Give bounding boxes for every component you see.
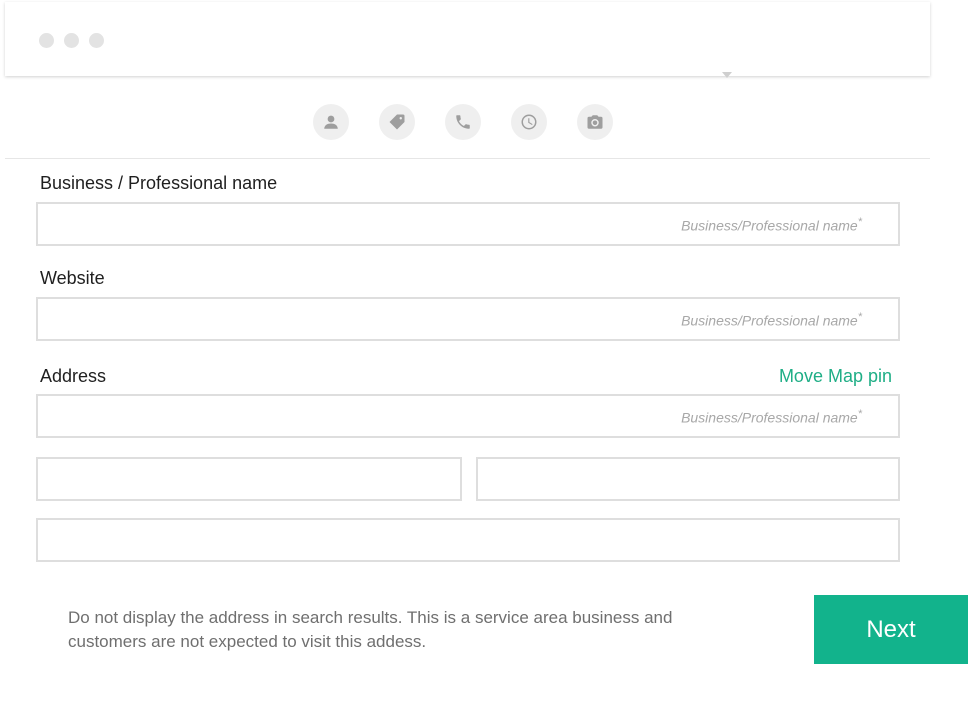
step-profile[interactable] [313, 104, 349, 140]
address-label: Address [40, 366, 107, 386]
address-city-field[interactable] [36, 457, 462, 501]
address-state-field[interactable] [476, 457, 900, 501]
business-name-field[interactable]: Business/Professional name* [36, 202, 900, 246]
step-category[interactable] [379, 104, 415, 140]
phone-icon [456, 115, 470, 129]
website-field[interactable]: Business/Professional name* [36, 297, 900, 341]
header-divider [5, 158, 930, 159]
window-controls [39, 33, 104, 48]
address-state-input[interactable] [478, 459, 898, 499]
address-line-input[interactable] [38, 396, 898, 436]
camera-icon [587, 115, 603, 129]
business-name-input[interactable] [38, 204, 898, 244]
window-close-dot[interactable] [39, 33, 54, 48]
window-maximize-dot[interactable] [89, 33, 104, 48]
website-input[interactable] [38, 299, 898, 339]
person-icon [324, 115, 338, 129]
address-extra-field[interactable] [36, 518, 900, 562]
next-button[interactable]: Next [814, 595, 968, 664]
window-minimize-dot[interactable] [64, 33, 79, 48]
step-contact[interactable] [445, 104, 481, 140]
address-line-field[interactable]: Business/Professional name* [36, 394, 900, 438]
move-map-pin-link[interactable]: Move Map pin [779, 366, 892, 387]
business-name-label: Business / Professional name [40, 173, 278, 193]
wizard-steps [313, 104, 613, 140]
step-photos[interactable] [577, 104, 613, 140]
address-city-input[interactable] [38, 459, 460, 499]
service-area-note: Do not display the address in search res… [68, 608, 673, 651]
window-titlebar [5, 2, 930, 78]
address-extra-input[interactable] [38, 520, 898, 560]
dropdown-caret-icon[interactable] [722, 72, 732, 78]
step-hours[interactable] [511, 104, 547, 140]
tag-icon [389, 114, 405, 130]
clock-icon [521, 114, 537, 130]
website-label: Website [40, 268, 105, 288]
